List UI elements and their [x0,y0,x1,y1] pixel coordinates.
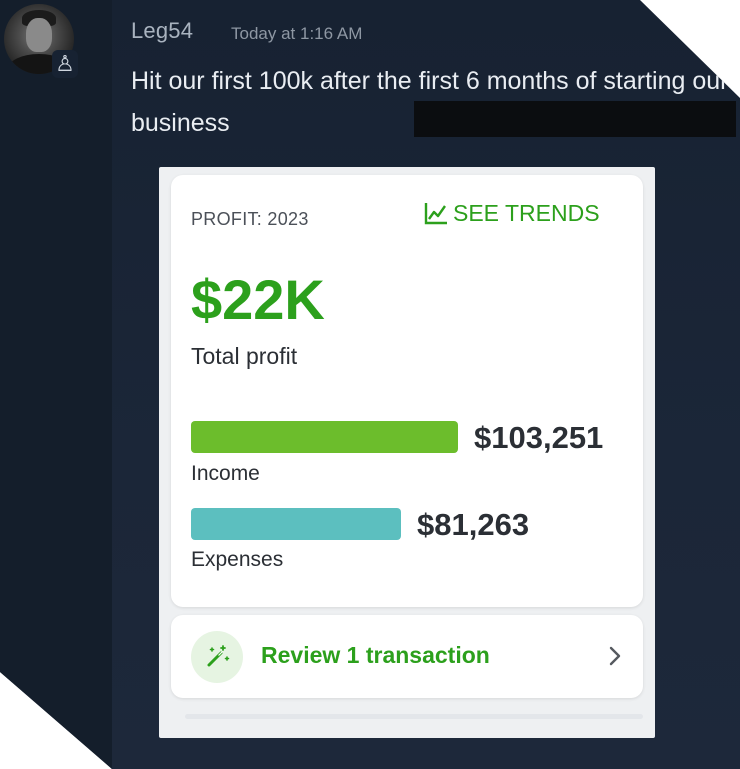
income-label: Income [191,462,260,485]
chevron-right-icon [609,646,621,666]
review-transaction-row[interactable]: Review 1 transaction [171,615,643,698]
redaction-block [414,101,736,137]
profit-period-label: PROFIT: 2023 [191,209,309,229]
message-timestamp: Today at 1:16 AM [231,24,363,43]
horizontal-scrollbar[interactable] [185,714,643,719]
see-trends-label: SEE TRENDS [453,199,600,226]
see-trends-link[interactable]: SEE TRENDS [423,198,600,228]
magic-wand-icon [191,631,243,683]
income-value: $103,251 [474,420,604,455]
chat-gutter [0,0,112,769]
expenses-value: $81,263 [417,507,530,542]
review-transaction-label: Review 1 transaction [261,642,490,668]
chat-panel: ♙ Leg54 Today at 1:16 AM Hit our first 1… [0,0,740,769]
message-author[interactable]: Leg54 [131,18,193,44]
income-bar [191,421,458,453]
expenses-label: Expenses [191,548,284,571]
attached-screenshot[interactable]: PROFIT: 2023 SEE TRENDS $22K Total profi… [159,167,655,738]
profit-card: PROFIT: 2023 SEE TRENDS $22K Total profi… [171,175,643,607]
total-profit-label: Total profit [191,343,298,369]
chess-pawn-icon: ♙ [52,50,78,78]
expenses-bar [191,508,401,540]
line-chart-icon [424,203,447,225]
avatar-face [26,18,52,52]
total-profit-value: $22K [191,268,325,331]
